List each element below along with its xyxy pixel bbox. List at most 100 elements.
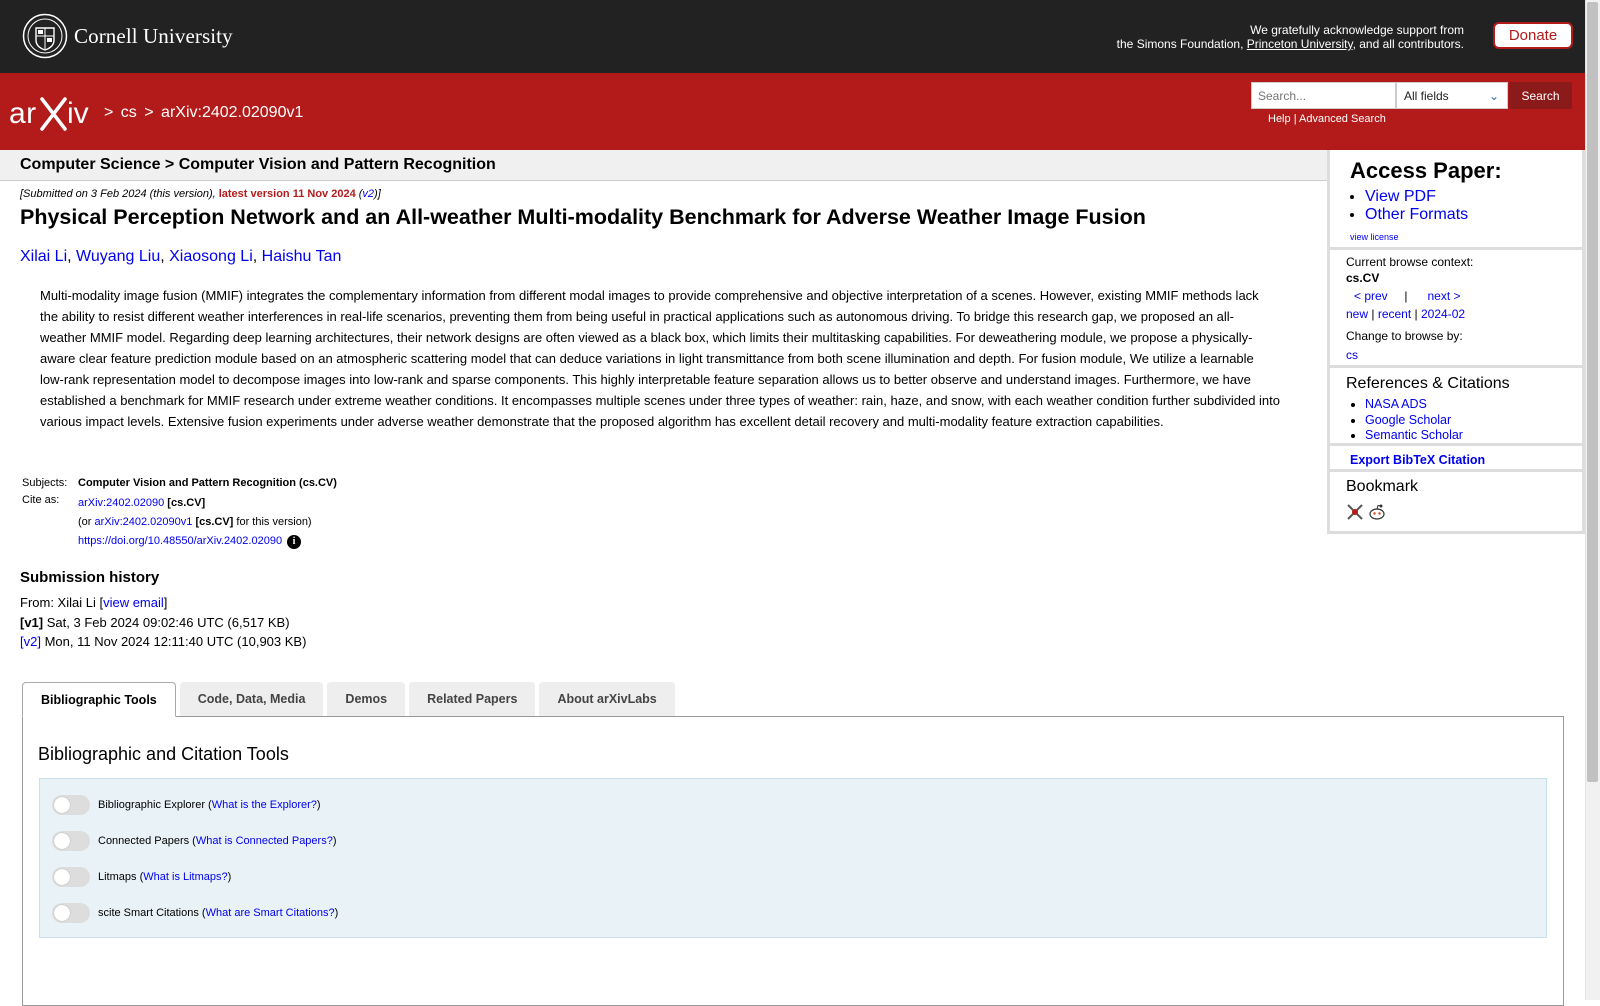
change-browse-label: Change to browse by:: [1346, 329, 1463, 343]
advanced-search-link[interactable]: Advanced Search: [1299, 113, 1386, 125]
nasa-ads-link[interactable]: NASA ADS: [1365, 397, 1427, 411]
subjects-row: Subjects: Computer Vision and Pattern Re…: [22, 477, 337, 489]
scite-toggle[interactable]: [52, 903, 90, 923]
doi-link[interactable]: https://doi.org/10.48550/arXiv.2402.0209…: [78, 535, 282, 547]
info-icon[interactable]: i: [287, 535, 302, 549]
author-link[interactable]: Xilai Li: [20, 248, 67, 265]
support-text: We gratefully acknowledge support from t…: [1117, 23, 1464, 51]
new-link[interactable]: new: [1346, 307, 1368, 321]
tab-code-data-media[interactable]: Code, Data, Media: [179, 682, 324, 716]
list-item: NASA ADS: [1365, 397, 1463, 413]
tool-row: Litmaps (What is Litmaps?): [52, 867, 231, 887]
cite-v1-link[interactable]: arXiv:2402.02090v1: [95, 516, 193, 528]
tool-info-link[interactable]: What is Connected Papers?: [196, 835, 333, 847]
history-from: From: Xilai Li [: [20, 595, 104, 610]
tab-related-papers[interactable]: Related Papers: [409, 682, 536, 716]
google-scholar-link[interactable]: Google Scholar: [1365, 413, 1451, 427]
list-item: Other Formats: [1365, 206, 1468, 224]
subject-breadcrumb: Computer Science > Computer Vision and P…: [20, 156, 496, 173]
svg-text:iv: iv: [67, 97, 89, 130]
submitted-close: )]: [374, 188, 381, 200]
right-sidebar: Access Paper: View PDF Other Formats vie…: [1327, 150, 1585, 534]
help-link[interactable]: Help: [1268, 113, 1291, 125]
browse-cs-link[interactable]: cs: [1346, 348, 1358, 362]
subject-bar: Computer Science > Computer Vision and P…: [0, 150, 1327, 181]
tab-about-arxivlabs[interactable]: About arXivLabs: [539, 682, 675, 716]
subjects-value: Computer Vision and Pattern Recognition …: [78, 477, 337, 489]
v2-history-link[interactable]: [v2]: [20, 634, 41, 649]
svg-text:ar: ar: [9, 97, 37, 130]
help-links: Help | Advanced Search: [1268, 113, 1386, 125]
v1-text: Sat, 3 Feb 2024 09:02:46 UTC (6,517 KB): [46, 614, 290, 630]
scrollbar[interactable]: [1585, 0, 1600, 1000]
paper-title: Physical Perception Network and an All-w…: [20, 205, 1146, 229]
next-link[interactable]: next >: [1428, 289, 1461, 303]
crumb-separator: >: [104, 104, 114, 121]
export-bibtex-link[interactable]: Export BibTeX Citation: [1350, 453, 1485, 467]
month-link[interactable]: 2024-02: [1421, 307, 1465, 321]
crumb-cs[interactable]: cs: [121, 104, 137, 121]
tool-name: Bibliographic Explorer: [98, 799, 205, 811]
search-button[interactable]: Search: [1509, 82, 1572, 109]
tool-name: scite Smart Citations: [98, 907, 199, 919]
list-item: View PDF: [1365, 188, 1468, 206]
authors: Xilai Li, Wuyang Liu, Xiaosong Li, Haish…: [20, 248, 342, 265]
crumb-separator: >: [144, 104, 154, 121]
author-link[interactable]: Wuyang Liu: [76, 248, 160, 265]
separator: |: [1404, 289, 1408, 303]
recent-link[interactable]: recent: [1378, 307, 1411, 321]
v2-link[interactable]: v2: [362, 188, 374, 200]
tool-info-link[interactable]: What are Smart Citations?: [206, 907, 335, 919]
author-link[interactable]: Xiaosong Li: [169, 248, 253, 265]
cite-this: for this version): [236, 516, 312, 528]
semantic-scholar-link[interactable]: Semantic Scholar: [1365, 428, 1463, 442]
submission-history-title: Submission history: [20, 569, 160, 586]
separator: |: [1414, 307, 1418, 321]
browse-context: Current browse context: cs.CV < prev | n…: [1346, 254, 1473, 363]
bibliographic-explorer-toggle[interactable]: [52, 795, 90, 815]
submission-info: [Submitted on 3 Feb 2024 (this version),…: [20, 188, 381, 200]
cite-id-link[interactable]: arXiv:2402.02090: [78, 497, 164, 509]
submitted-prefix: [Submitted on 3 Feb 2024 (this version),: [20, 188, 219, 200]
arxiv-logo-icon[interactable]: ar iv: [9, 93, 101, 133]
support-suffix: , and all contributors.: [1352, 37, 1464, 51]
view-email-link[interactable]: view email: [103, 595, 164, 610]
cornell-seal-icon: [22, 13, 68, 59]
abstract: Multi-modality image fusion (MMIF) integ…: [40, 288, 1280, 429]
tool-info-link[interactable]: What is Litmaps?: [143, 871, 227, 883]
cite-row: Cite as: arXiv:2402.02090 [cs.CV] (or ar…: [22, 494, 337, 551]
tab-demos[interactable]: Demos: [327, 682, 406, 716]
reddit-icon[interactable]: [1368, 503, 1386, 521]
support-line-1: We gratefully acknowledge support from: [1250, 23, 1464, 37]
prev-link[interactable]: < prev: [1354, 289, 1388, 303]
references-list: NASA ADS Google Scholar Semantic Scholar: [1365, 397, 1463, 444]
bibsonomy-icon[interactable]: [1346, 503, 1364, 521]
cornell-logo[interactable]: Cornell University: [22, 13, 233, 59]
latest-version-link[interactable]: latest version 11 Nov 2024: [219, 188, 356, 200]
other-formats-link[interactable]: Other Formats: [1365, 206, 1468, 223]
search-input[interactable]: [1251, 82, 1396, 109]
litmaps-toggle[interactable]: [52, 867, 90, 887]
support-prefix: the Simons Foundation,: [1116, 37, 1244, 51]
scrollbar-thumb[interactable]: [1587, 2, 1598, 782]
v2-text: Mon, 11 Nov 2024 12:11:40 UTC (10,903 KB…: [44, 634, 307, 649]
metadata-table: Subjects: Computer Vision and Pattern Re…: [22, 477, 337, 556]
search-field-select[interactable]: All fields ⌄: [1396, 82, 1508, 109]
view-pdf-link[interactable]: View PDF: [1365, 188, 1436, 205]
tool-name: Connected Papers: [98, 835, 190, 847]
access-paper-title: Access Paper:: [1350, 158, 1502, 183]
tool-info-link[interactable]: What is the Explorer?: [212, 799, 317, 811]
view-license-link[interactable]: view license: [1350, 232, 1399, 242]
connected-papers-toggle[interactable]: [52, 831, 90, 851]
cite-or: (or: [78, 516, 92, 528]
tab-bibliographic-tools[interactable]: Bibliographic Tools: [22, 682, 176, 717]
tool-row: Connected Papers (What is Connected Pape…: [52, 831, 337, 851]
tool-row: Bibliographic Explorer (What is the Expl…: [52, 795, 321, 815]
tool-row: scite Smart Citations (What are Smart Ci…: [52, 903, 338, 923]
cite-label: Cite as:: [22, 494, 60, 506]
author-link[interactable]: Haishu Tan: [262, 248, 342, 265]
princeton-link[interactable]: Princeton University: [1247, 37, 1353, 51]
donate-button[interactable]: Donate: [1493, 22, 1573, 49]
separator: |: [1371, 307, 1375, 321]
cite-category: [cs.CV]: [195, 516, 234, 528]
